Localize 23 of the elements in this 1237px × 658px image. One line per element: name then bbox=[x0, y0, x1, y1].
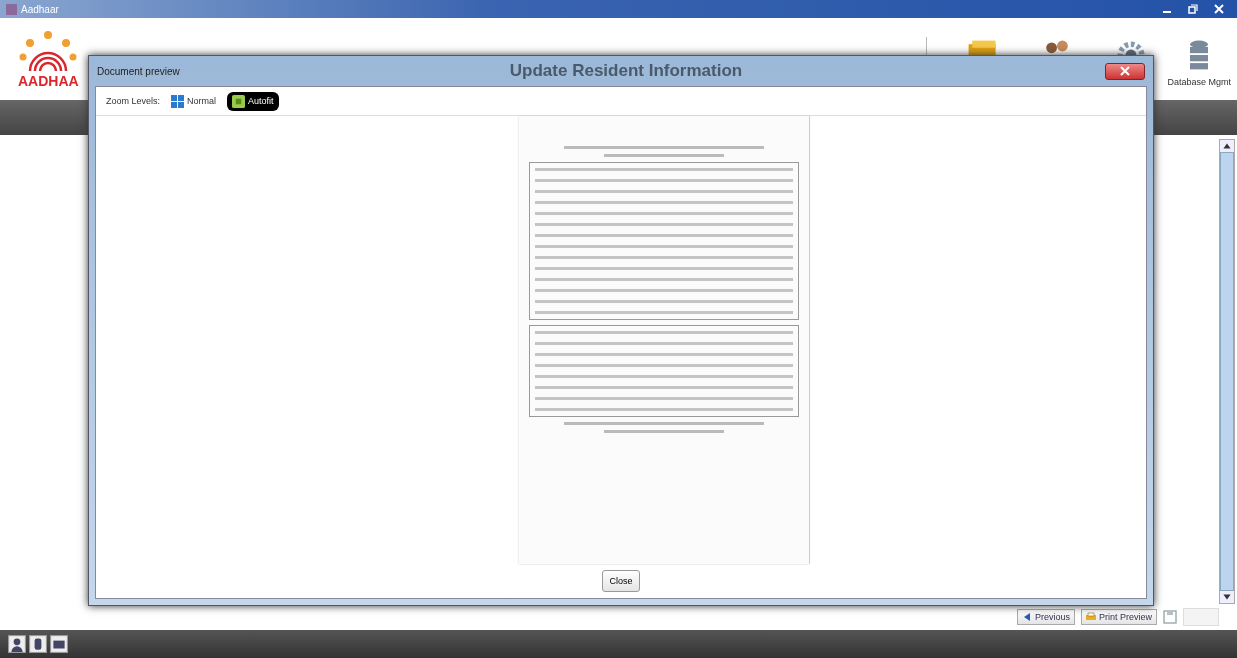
background-page-title: Update Resident Information bbox=[509, 61, 744, 81]
zoom-label: Zoom Levels: bbox=[106, 96, 161, 106]
zoom-option[interactable]: Autofit bbox=[227, 91, 279, 111]
close-icon bbox=[1120, 66, 1130, 76]
minimize-icon bbox=[1163, 11, 1171, 13]
logo-text: AADHAA bbox=[18, 73, 79, 89]
fit-icon bbox=[232, 94, 246, 108]
user-icon[interactable] bbox=[8, 635, 26, 653]
zoom-option[interactable]: Normal bbox=[166, 91, 222, 111]
grid-icon bbox=[171, 94, 185, 108]
printer-icon bbox=[1086, 612, 1096, 622]
fingerprint-sun-icon bbox=[18, 29, 78, 73]
dialog-title: Document preview bbox=[97, 65, 180, 77]
app-icon bbox=[6, 3, 17, 15]
window-title: Aadhaar bbox=[21, 3, 59, 15]
close-button[interactable] bbox=[1105, 62, 1145, 80]
database-label: Database Mgmt bbox=[1167, 77, 1231, 87]
scrollbar[interactable] bbox=[1219, 139, 1235, 604]
footer-button[interactable]: Previous bbox=[1016, 609, 1075, 625]
close-button[interactable]: Close bbox=[602, 570, 640, 592]
footer-button[interactable]: Print Preview bbox=[1081, 609, 1157, 625]
restore-icon bbox=[1188, 4, 1198, 14]
close-icon bbox=[1214, 4, 1224, 14]
